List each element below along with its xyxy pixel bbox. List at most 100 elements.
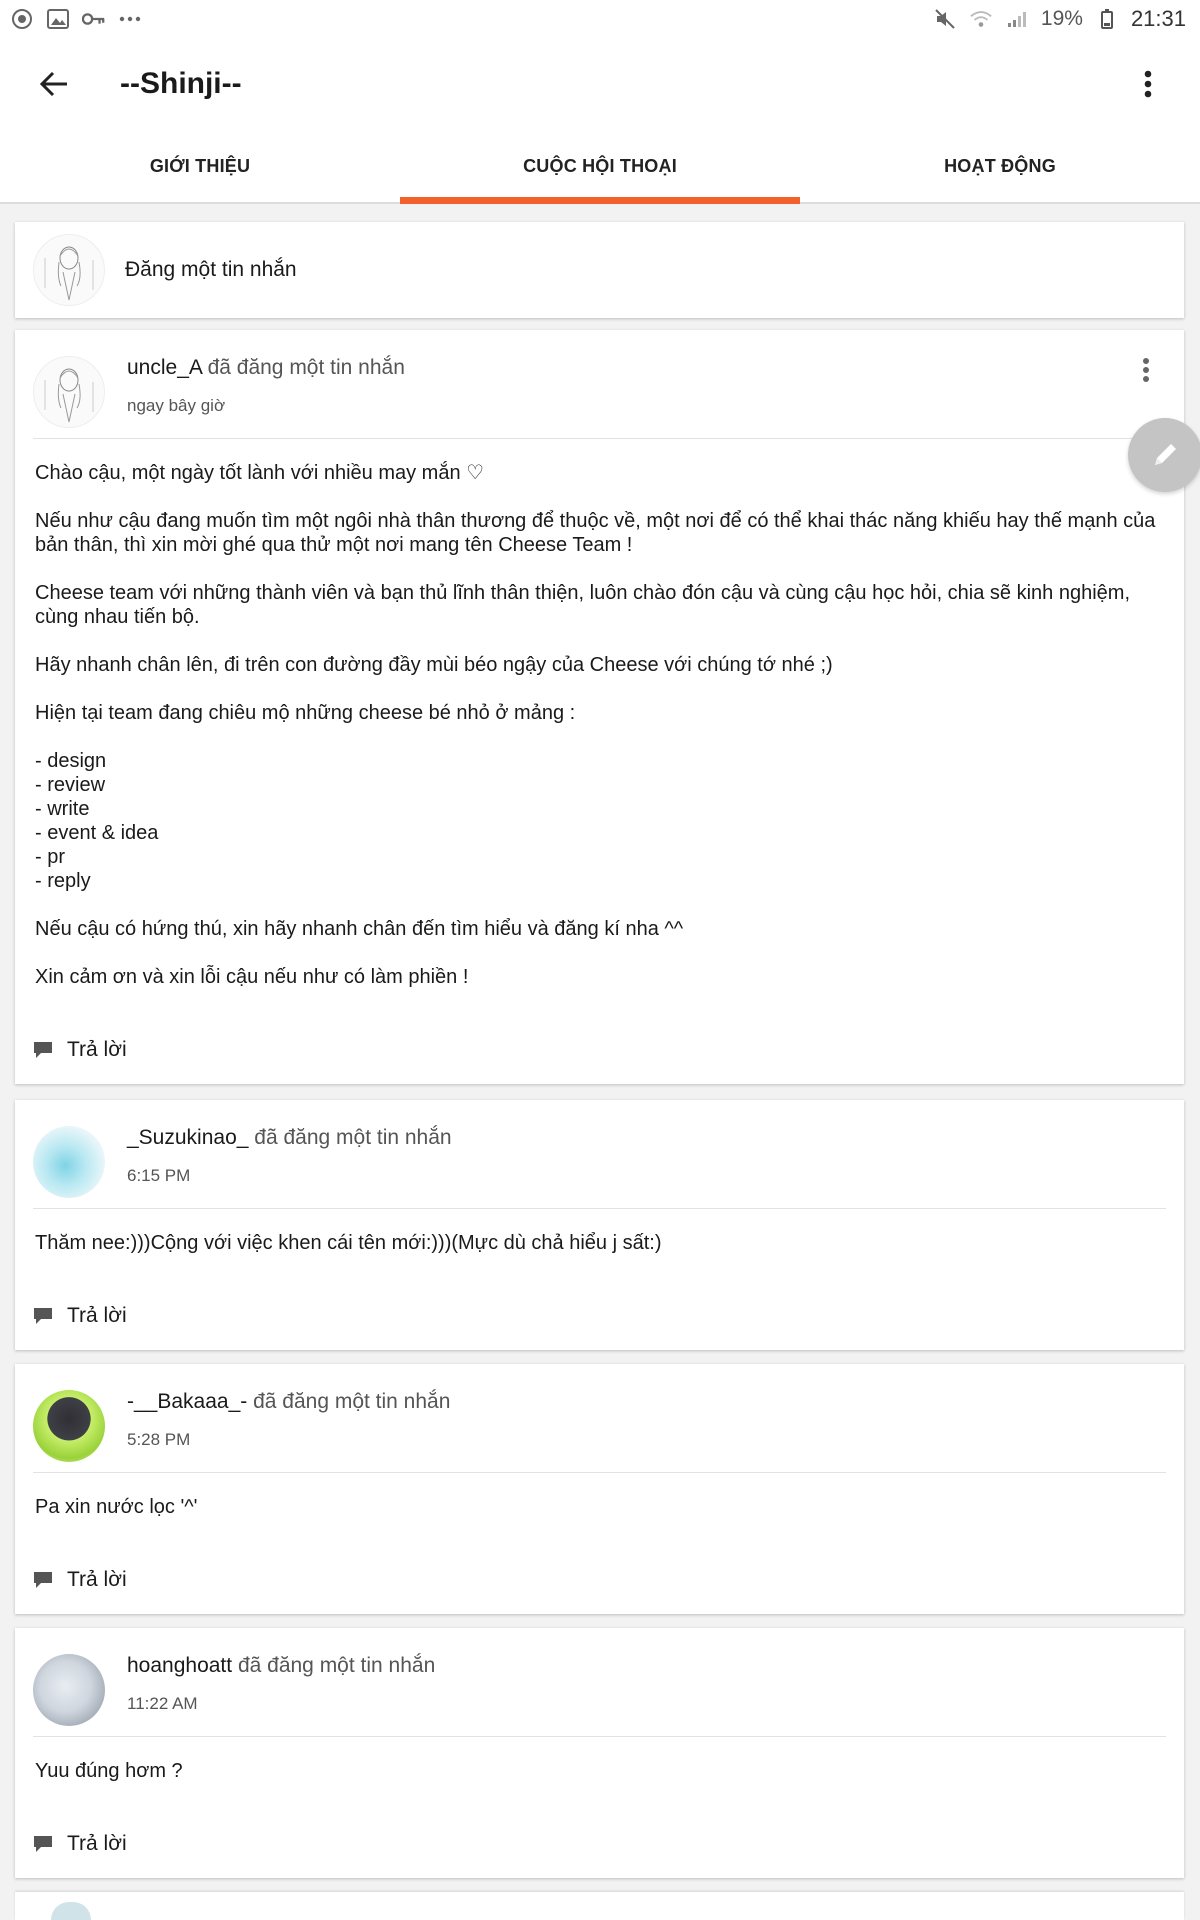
list-item: - event & idea xyxy=(35,822,159,844)
post-header: hoanghoatt đã đăng một tin nhắn 11:22 AM xyxy=(15,1628,1184,1736)
post-meta: hoanghoatt đã đăng một tin nhắn 11:22 AM xyxy=(127,1654,435,1736)
post-paragraph: Hãy nhanh chân lên, đi trên con đường đầ… xyxy=(35,654,833,676)
post-action: đã đăng một tin nhắn xyxy=(232,1654,436,1677)
post-card: uncle_A đã đăng một tin nhắn ngay bây gi… xyxy=(15,330,1184,1084)
reply-label: Trả lời xyxy=(67,1568,127,1591)
post-author-line: uncle_A đã đăng một tin nhắn xyxy=(127,356,405,380)
post-body: Chào cậu, một ngày tốt lành với nhiều ma… xyxy=(15,439,1184,989)
clock: 21:31 xyxy=(1130,6,1186,31)
pencil-icon xyxy=(1155,444,1176,465)
avatar xyxy=(51,1902,91,1920)
comment-icon xyxy=(34,1572,52,1588)
sketch-avatar-icon xyxy=(44,368,94,423)
sketch-avatar-icon xyxy=(44,246,94,301)
comment-icon xyxy=(34,1308,52,1324)
post-body: Pa xin nước lọc '^' xyxy=(15,1473,1184,1519)
more-horiz-icon xyxy=(118,7,142,31)
list-item: - reply xyxy=(35,870,91,892)
app-bar: --Shinji-- xyxy=(0,38,1200,130)
post-author-line: hoanghoatt đã đăng một tin nhắn xyxy=(127,1654,435,1678)
avatar[interactable] xyxy=(33,1390,105,1462)
record-icon xyxy=(10,7,34,31)
author-name[interactable]: uncle_A xyxy=(127,356,202,379)
overflow-menu-button[interactable] xyxy=(1118,54,1178,114)
reply-button[interactable]: Trả lời xyxy=(33,1832,127,1856)
post-meta: uncle_A đã đăng một tin nhắn ngay bây gi… xyxy=(127,356,405,438)
post-author-line: -__Bakaaa_- đã đăng một tin nhắn xyxy=(127,1390,450,1414)
post-timestamp: 5:28 PM xyxy=(127,1430,191,1449)
more-vert-icon xyxy=(1144,70,1152,98)
post-card: -__Bakaaa_- đã đăng một tin nhắn 5:28 PM… xyxy=(15,1364,1184,1614)
post-timestamp: 11:22 AM xyxy=(127,1694,198,1713)
compose-message-card[interactable]: Đăng một tin nhắn xyxy=(15,222,1184,318)
post-paragraph: Chào cậu, một ngày tốt lành với nhiều ma… xyxy=(35,462,485,484)
mute-icon xyxy=(933,7,957,31)
avatar[interactable] xyxy=(33,1654,105,1726)
list-item: - pr xyxy=(35,846,65,868)
tab-label: CUỘC HỘI THOẠI xyxy=(523,155,677,176)
post-action: đã đăng một tin nhắn xyxy=(247,1390,451,1413)
post-menu-button[interactable] xyxy=(1128,352,1164,388)
post-card: hoanghoatt đã đăng một tin nhắn 11:22 AM… xyxy=(15,1628,1184,1878)
recruit-list: - design - review - write - event & idea… xyxy=(35,749,1166,893)
battery-icon xyxy=(1095,7,1119,31)
reply-button[interactable]: Trả lời xyxy=(33,1038,127,1062)
post-body: Yuu đúng hơm ? xyxy=(15,1737,1184,1783)
post-author-line: _Suzukinao_ đã đăng một tin nhắn xyxy=(127,1126,452,1150)
comment-icon xyxy=(34,1042,52,1058)
post-body: Thăm nee:)))Cộng với việc khen cái tên m… xyxy=(15,1209,1184,1255)
edit-fab-button[interactable] xyxy=(1128,418,1200,492)
avatar[interactable] xyxy=(33,356,105,428)
reply-label: Trả lời xyxy=(67,1832,127,1855)
post-paragraph: Thăm nee:)))Cộng với việc khen cái tên m… xyxy=(35,1232,662,1254)
status-bar-right: 19% 21:31 xyxy=(933,6,1186,32)
signal-icon xyxy=(1005,7,1029,31)
arrow-back-icon xyxy=(39,71,67,97)
author-name[interactable]: -__Bakaaa_- xyxy=(127,1390,247,1413)
more-vert-icon xyxy=(1143,358,1149,382)
reply-label: Trả lời xyxy=(67,1038,127,1061)
post-meta: -__Bakaaa_- đã đăng một tin nhắn 5:28 PM xyxy=(127,1390,450,1472)
post-header: -__Bakaaa_- đã đăng một tin nhắn 5:28 PM xyxy=(15,1364,1184,1472)
list-item: - review xyxy=(35,774,106,796)
key-icon xyxy=(82,7,106,31)
post-header: _Suzukinao_ đã đăng một tin nhắn 6:15 PM xyxy=(15,1100,1184,1208)
wifi-icon xyxy=(969,7,993,31)
image-icon xyxy=(46,7,70,31)
post-paragraph: Cheese team với những thành viên và bạn … xyxy=(35,582,1131,628)
post-timestamp: 6:15 PM xyxy=(127,1166,191,1185)
reply-button[interactable]: Trả lời xyxy=(33,1568,127,1592)
comment-icon xyxy=(34,1836,52,1852)
post-card: _Suzukinao_ đã đăng một tin nhắn 6:15 PM… xyxy=(15,1100,1184,1350)
status-bar: 19% 21:31 xyxy=(0,0,1200,38)
reply-button[interactable]: Trả lời xyxy=(33,1304,127,1328)
tab-bar: GIỚI THIỆU CUỘC HỘI THOẠI HOẠT ĐỘNG xyxy=(0,130,1200,204)
avatar xyxy=(33,234,105,306)
tab-conversations[interactable]: CUỘC HỘI THOẠI xyxy=(400,130,800,204)
post-paragraph: Pa xin nước lọc '^' xyxy=(35,1496,198,1518)
post-card-partial xyxy=(15,1892,1184,1920)
reply-label: Trả lời xyxy=(67,1304,127,1327)
post-paragraph: Hiện tại team đang chiêu mộ những cheese… xyxy=(35,702,576,724)
tab-activity[interactable]: HOẠT ĐỘNG xyxy=(800,130,1200,202)
post-timestamp: ngay bây giờ xyxy=(127,396,226,415)
list-item: - design xyxy=(35,750,107,772)
post-paragraph: Nếu như cậu đang muốn tìm một ngôi nhà t… xyxy=(35,510,1156,556)
post-paragraph: Yuu đúng hơm ? xyxy=(35,1760,183,1782)
post-header: uncle_A đã đăng một tin nhắn ngay bây gi… xyxy=(15,330,1184,438)
post-action: đã đăng một tin nhắn xyxy=(248,1126,452,1149)
author-name[interactable]: hoanghoatt xyxy=(127,1654,232,1677)
author-name[interactable]: _Suzukinao_ xyxy=(127,1126,248,1149)
post-meta: _Suzukinao_ đã đăng một tin nhắn 6:15 PM xyxy=(127,1126,452,1208)
tab-label: GIỚI THIỆU xyxy=(149,155,251,176)
tab-intro[interactable]: GIỚI THIỆU xyxy=(0,130,400,202)
list-item: - write xyxy=(35,798,90,820)
status-bar-left xyxy=(10,7,142,31)
compose-label: Đăng một tin nhắn xyxy=(125,258,297,281)
back-button[interactable] xyxy=(24,54,84,114)
post-paragraph: Nếu cậu có hứng thú, xin hãy nhanh chân … xyxy=(35,918,684,940)
post-action: đã đăng một tin nhắn xyxy=(201,356,405,379)
page-title: --Shinji-- xyxy=(120,67,242,100)
avatar[interactable] xyxy=(33,1126,105,1198)
tab-label: HOẠT ĐỘNG xyxy=(944,155,1056,176)
